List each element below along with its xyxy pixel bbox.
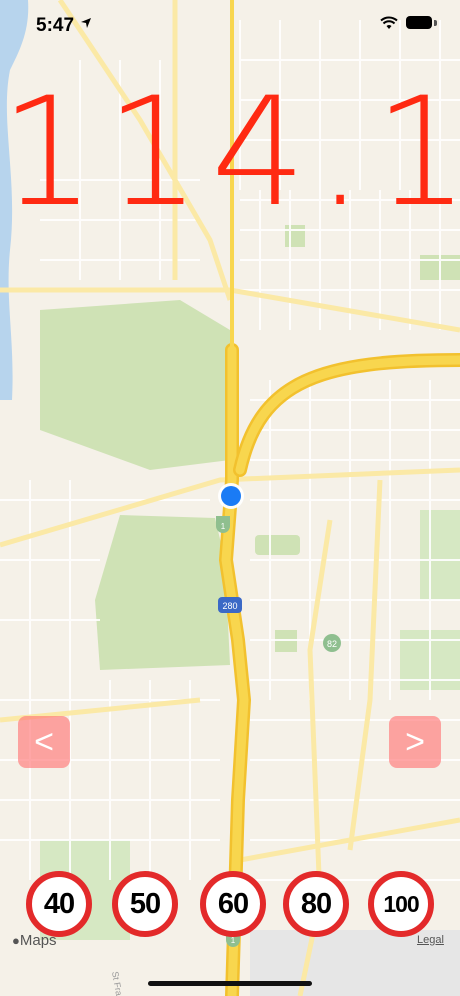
battery-icon <box>406 16 432 29</box>
svg-text:82: 82 <box>327 639 337 649</box>
speed-limit-bar: 40 50 60 80 100 <box>0 871 460 937</box>
speed-limit-60-button[interactable]: 60 <box>200 871 266 937</box>
speed-limit-label: 40 <box>43 887 75 920</box>
route-shield-1: 1 <box>216 516 230 533</box>
speed-limit-label: 50 <box>129 887 161 920</box>
location-arrow-icon <box>81 18 91 28</box>
legal-link[interactable]: Legal <box>417 934 444 946</box>
speed-limit-80-button[interactable]: 80 <box>283 871 349 937</box>
speed-limit-100-button[interactable]: 100 <box>368 871 434 937</box>
speed-limit-50-button[interactable]: 50 <box>112 871 178 937</box>
next-button[interactable]: > <box>389 716 441 768</box>
maps-attribution: ●Maps <box>12 932 57 949</box>
svg-text:1: 1 <box>231 936 236 945</box>
previous-button[interactable]: < <box>18 716 70 768</box>
route-shield-280: 280 <box>218 597 242 613</box>
speed-limit-label: 60 <box>217 887 249 920</box>
home-indicator[interactable] <box>148 981 312 986</box>
current-location-dot <box>218 483 244 509</box>
status-time: 5:47 <box>36 15 75 36</box>
wifi-icon <box>380 16 398 29</box>
speed-limit-40-button[interactable]: 40 <box>26 871 92 937</box>
speed-limit-label: 80 <box>300 887 332 920</box>
speed-limit-label: 100 <box>383 890 419 917</box>
battery-cap <box>434 20 437 26</box>
status-bar: 5:47 <box>0 0 460 48</box>
svg-text:1: 1 <box>221 522 226 531</box>
speed-readout: 114.1 <box>0 66 460 240</box>
svg-text:280: 280 <box>222 601 237 611</box>
apple-logo-icon: ● <box>12 933 20 948</box>
route-shield-82: 82 <box>323 634 341 652</box>
